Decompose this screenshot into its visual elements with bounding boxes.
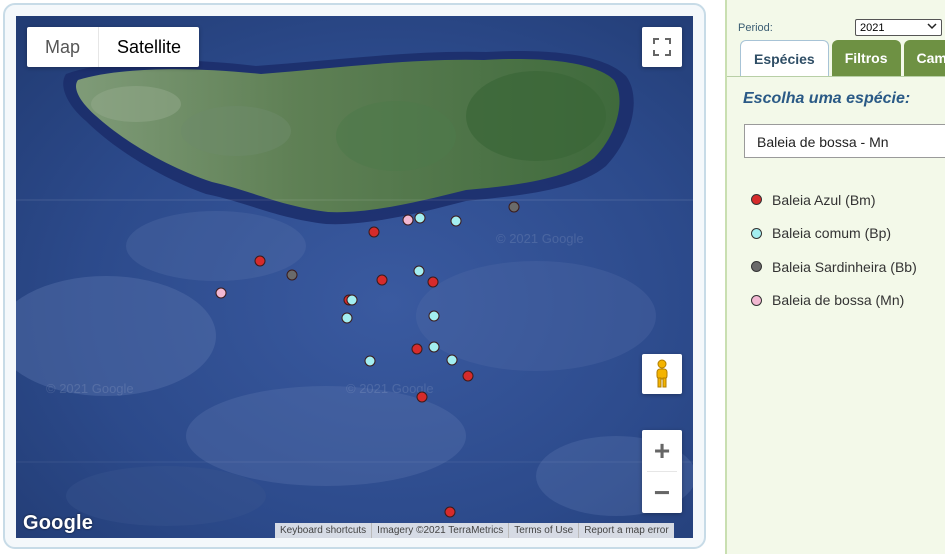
legend-label: Baleia Azul (Bm) (772, 191, 876, 208)
legend-dot-bb (751, 261, 762, 273)
legend-dot-bm (751, 194, 762, 206)
plus-icon: + (653, 434, 671, 466)
legend-label: Baleia comum (Bp) (772, 225, 892, 242)
satellite-map[interactable]: © 2021 Google © 2021 Google © 2021 Googl… (16, 16, 693, 538)
sighting-marker-mn[interactable] (215, 287, 227, 299)
sighting-marker-bm[interactable] (416, 391, 428, 403)
sighting-marker-bb[interactable] (286, 269, 298, 281)
sighting-marker-bm[interactable] (427, 276, 439, 288)
imagery-credit: Imagery ©2021 TerraMetrics (372, 523, 510, 538)
period-label: Period: (738, 22, 773, 34)
street-view-button[interactable] (642, 354, 682, 394)
pegman-icon (656, 359, 668, 388)
legend-dot-bp (751, 227, 762, 239)
legend-item: Baleia Sardinheira (Bb) (751, 250, 917, 284)
side-panel: Period: 2021 Espécies Filtros Cam Escolh… (725, 0, 945, 554)
legend-item: Baleia Azul (Bm) (751, 183, 917, 217)
sighting-marker-bp[interactable] (346, 294, 358, 306)
sighting-marker-bm[interactable] (368, 226, 380, 238)
map-attribution-bar: Keyboard shortcuts Imagery ©2021 TerraMe… (275, 523, 674, 538)
period-value: 2021 (860, 22, 885, 34)
sighting-marker-bp[interactable] (414, 212, 426, 224)
zoom-control: + − (642, 430, 682, 513)
sighting-marker-bp[interactable] (428, 341, 440, 353)
map-type-satellite-button[interactable]: Satellite (99, 27, 199, 67)
terms-of-use-link[interactable]: Terms of Use (509, 523, 580, 538)
sighting-marker-bp[interactable] (446, 354, 458, 366)
sighting-marker-bm[interactable] (376, 274, 388, 286)
sighting-marker-bm[interactable] (411, 343, 423, 355)
map-watermark: © 2021 Google (496, 231, 584, 246)
period-select[interactable]: 2021 (855, 19, 942, 36)
map-type-control: Map Satellite (27, 27, 200, 67)
species-legend: Baleia Azul (Bm) Baleia comum (Bp) Balei… (751, 183, 917, 317)
map-watermark: © 2021 Google (46, 381, 134, 396)
satellite-imagery (16, 16, 693, 538)
report-map-error-link[interactable]: Report a map error (579, 523, 673, 538)
choose-species-title: Escolha uma espécie: (743, 90, 911, 107)
legend-dot-mn (751, 294, 762, 306)
tab-especies[interactable]: Espécies (740, 40, 829, 77)
sighting-marker-bp[interactable] (428, 310, 440, 322)
tab-divider (727, 76, 945, 77)
sighting-marker-bp[interactable] (341, 312, 353, 324)
fullscreen-icon (653, 38, 671, 56)
minus-icon: − (653, 476, 671, 508)
fullscreen-button[interactable] (642, 27, 682, 67)
keyboard-shortcuts-link[interactable]: Keyboard shortcuts (275, 523, 373, 538)
legend-label: Baleia Sardinheira (Bb) (772, 258, 917, 275)
sighting-marker-bp[interactable] (450, 215, 462, 227)
legend-label: Baleia de bossa (Mn) (772, 292, 905, 309)
sighting-marker-bp[interactable] (364, 355, 376, 367)
legend-item: Baleia de bossa (Mn) (751, 284, 917, 318)
map-type-map-button[interactable]: Map (27, 27, 98, 67)
sighting-marker-bm[interactable] (444, 506, 456, 518)
zoom-out-button[interactable]: − (642, 472, 682, 513)
panel-tabs: Espécies Filtros Cam (740, 40, 945, 77)
species-select[interactable]: Baleia de bossa - Mn (744, 124, 945, 158)
sighting-marker-bm[interactable] (254, 255, 266, 267)
google-logo: Google (23, 512, 94, 534)
sighting-marker-bb[interactable] (508, 201, 520, 213)
legend-item: Baleia comum (Bp) (751, 217, 917, 251)
tab-filtros[interactable]: Filtros (831, 40, 901, 76)
sighting-marker-mn[interactable] (402, 214, 414, 226)
chevron-down-icon (927, 20, 937, 37)
tab-camadas[interactable]: Cam (903, 40, 945, 76)
sighting-marker-bm[interactable] (462, 370, 474, 382)
sighting-marker-bp[interactable] (413, 265, 425, 277)
zoom-in-button[interactable]: + (642, 430, 682, 471)
